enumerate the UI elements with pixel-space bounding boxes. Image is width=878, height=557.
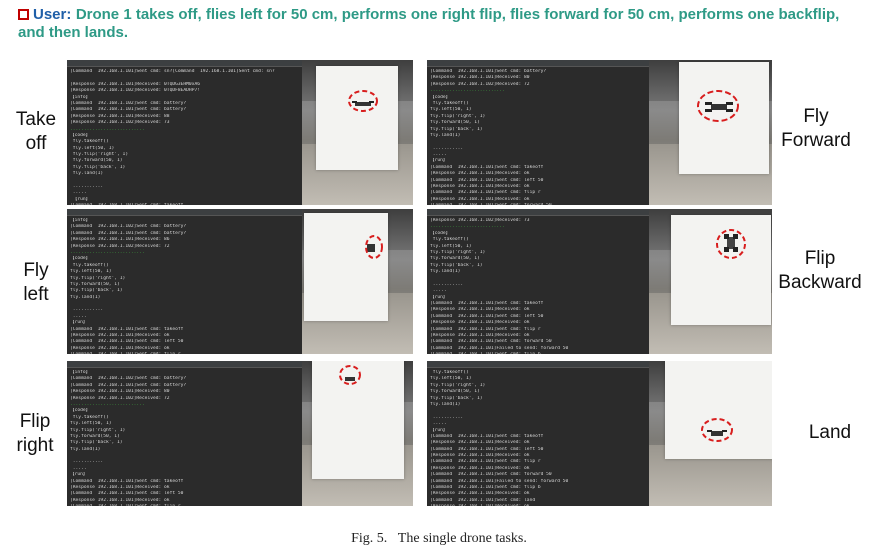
marker-circle-icon: [365, 235, 383, 259]
label-line: Fly: [803, 106, 829, 127]
checkbox-icon: [18, 9, 29, 20]
label-line: off: [25, 133, 47, 154]
caption-label: Fig. 5.: [351, 531, 388, 546]
drone-photo: [302, 60, 413, 205]
terminal-line: [Command 192.168.1.101]Sent cmd: sn?[Com…: [70, 69, 275, 74]
header-task-text: Drone 1 takes off, flies left for 50 cm,…: [18, 6, 840, 41]
terminal-tab: [427, 60, 649, 67]
terminal-lines: [Response 192.168.1.102]Received: 73....…: [427, 216, 649, 354]
terminal-tab: [67, 60, 302, 67]
terminal: [Response 192.168.1.102]Received: 73....…: [427, 209, 649, 354]
panel-flip-right: 【info】 [Command 192.168.1.102]Sent cmd: b…: [67, 361, 413, 506]
terminal: fly.takeoff() fly.left(50, 1) fly.flip('ri…: [427, 361, 649, 506]
panel-land: fly.takeoff() fly.left(50, 1) fly.flip('ri…: [427, 361, 772, 506]
terminal-lines: 【info】 [Command 192.168.1.102]Sent cmd: b…: [67, 368, 302, 506]
drone-photo: [649, 361, 772, 506]
panel-fly-left: 【info】 [Command 192.168.1.102]Sent cmd: b…: [67, 209, 413, 354]
label-line: Forward: [781, 130, 851, 151]
drone-photo: [649, 60, 772, 205]
label-line: Take: [15, 109, 57, 130]
caption-text: The single drone tasks.: [397, 531, 527, 546]
marker-circle-icon: [348, 90, 378, 112]
drone-photo: [302, 209, 413, 354]
marker-circle-icon: [701, 418, 733, 442]
label-line: left: [23, 284, 49, 305]
terminal-line: [Command 192.168.1.101]Sent cmd: forward…: [430, 203, 646, 205]
terminal-lines: 【info】 [Command 192.168.1.102]Sent cmd: b…: [67, 216, 302, 354]
label-land: Land: [784, 421, 876, 445]
panel-take-off: [Command 192.168.1.101]Sent cmd: sn?[Com…: [67, 60, 413, 205]
marker-circle-icon: [697, 90, 739, 122]
figure-caption: Fig. 5. The single drone tasks.: [0, 531, 878, 547]
label-flip-right: Flip right: [6, 410, 64, 458]
drone-photo: [649, 209, 772, 354]
terminal: 【info】 [Command 192.168.1.102]Sent cmd: b…: [67, 209, 302, 354]
terminal-lines: [Command 192.168.1.101]Sent cmd: sn?[Com…: [67, 67, 302, 205]
drone-photo: [302, 361, 413, 506]
terminal: [Command 192.168.1.101]Sent cmd: sn?[Com…: [67, 60, 302, 205]
header-user-label: User:: [33, 6, 72, 23]
label-line: Fly: [23, 260, 49, 281]
terminal-line: [Command 192.168.1.101]Sent cmd: takeoff: [70, 203, 299, 205]
terminal: [Command 192.168.1.101]Sent cmd: battery…: [427, 60, 649, 205]
panel-flip-backward: [Response 192.168.1.102]Received: 73....…: [427, 209, 772, 354]
marker-circle-icon: [339, 365, 361, 385]
terminal-line: [Response 192.168.1.101]Received: ok: [430, 504, 646, 506]
terminal: 【info】 [Command 192.168.1.102]Sent cmd: b…: [67, 361, 302, 506]
label-line: Backward: [778, 272, 862, 293]
terminal-line: [Command 192.168.1.101]Sent cmd: flip r: [70, 352, 299, 354]
label-fly-left: Fly left: [10, 259, 62, 307]
terminal-line: [Command 192.168.1.101]Sent cmd: flip r: [70, 504, 299, 506]
terminal-tab: [427, 209, 649, 216]
terminal-line: [Command 192.168.1.101]Sent cmd: flip b: [430, 352, 646, 354]
panel-fly-forward: [Command 192.168.1.101]Sent cmd: battery…: [427, 60, 772, 205]
terminal-lines: [Command 192.168.1.101]Sent cmd: battery…: [427, 67, 649, 205]
terminal-tab: [67, 209, 302, 216]
label-flip-backward: Flip Backward: [774, 247, 866, 295]
terminal-lines: fly.takeoff() fly.left(50, 1) fly.flip('ri…: [427, 368, 649, 506]
label-line: right: [16, 435, 54, 456]
label-take-off: Take off: [10, 108, 62, 156]
label-line: Flip: [19, 411, 51, 432]
label-line: Flip: [804, 248, 836, 269]
marker-circle-icon: [716, 229, 746, 259]
label-line: Land: [808, 422, 852, 443]
terminal-tab: [67, 361, 302, 368]
label-fly-forward: Fly Forward: [774, 105, 858, 153]
task-header: User: Drone 1 takes off, flies left for …: [18, 6, 868, 42]
terminal-tab: [427, 361, 649, 368]
